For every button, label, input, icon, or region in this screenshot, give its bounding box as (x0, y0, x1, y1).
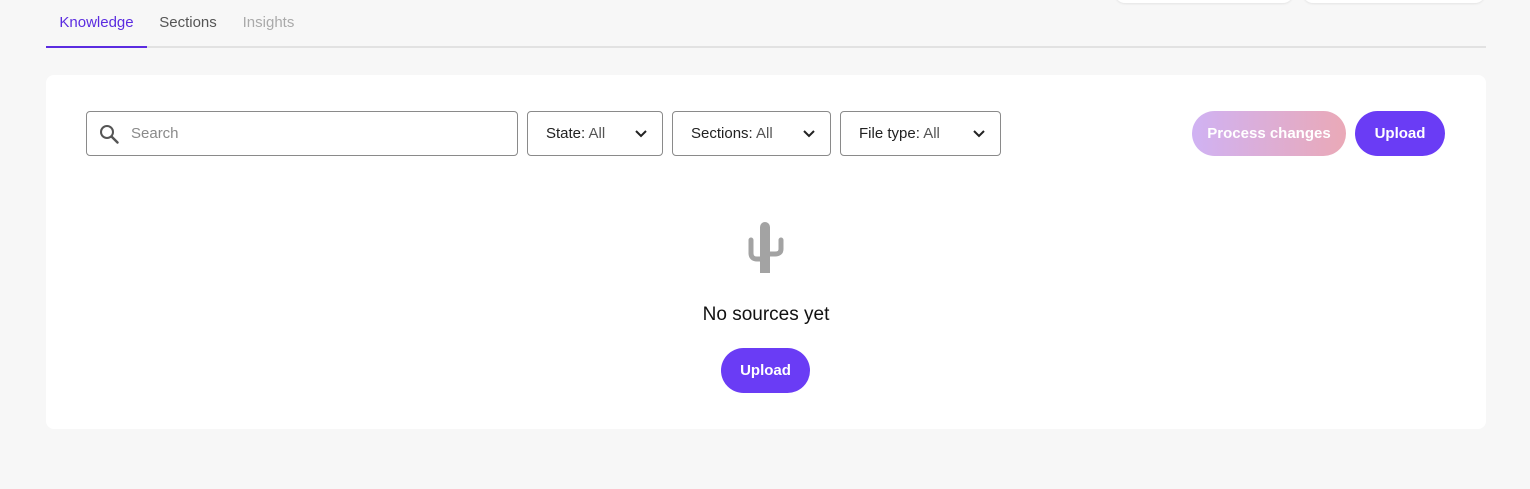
file-type-filter-dropdown[interactable]: File type: All (840, 111, 1001, 156)
process-changes-button[interactable]: Process changes (1192, 111, 1346, 156)
tab-bar: Knowledge Sections Insights (46, 0, 1486, 48)
empty-state-upload-button[interactable]: Upload (721, 348, 810, 393)
chevron-down-icon (973, 130, 985, 138)
file-type-filter-value: All (923, 125, 940, 142)
state-filter-value: All (588, 125, 606, 142)
upload-button[interactable]: Upload (1355, 111, 1445, 156)
chevron-down-icon (803, 130, 815, 138)
sections-filter-dropdown[interactable]: Sections: All (672, 111, 831, 156)
empty-state-title: No sources yet (702, 304, 830, 325)
search-input[interactable] (131, 112, 511, 155)
sections-filter-value: All (756, 125, 773, 142)
tab-sections[interactable]: Sections (147, 0, 229, 48)
tab-knowledge[interactable]: Knowledge (46, 0, 147, 48)
chevron-down-icon (635, 130, 647, 138)
file-type-filter-label: File type: (859, 125, 920, 142)
sections-filter-label: Sections: (691, 125, 753, 142)
state-filter-dropdown[interactable]: State: All (527, 111, 663, 156)
state-filter-label: State: (546, 125, 586, 142)
knowledge-panel: State: All Sections: All File type: All … (46, 75, 1486, 429)
cactus-icon (748, 222, 784, 273)
search-box[interactable] (86, 111, 518, 156)
search-icon (100, 125, 119, 144)
tab-insights[interactable]: Insights (229, 0, 308, 48)
